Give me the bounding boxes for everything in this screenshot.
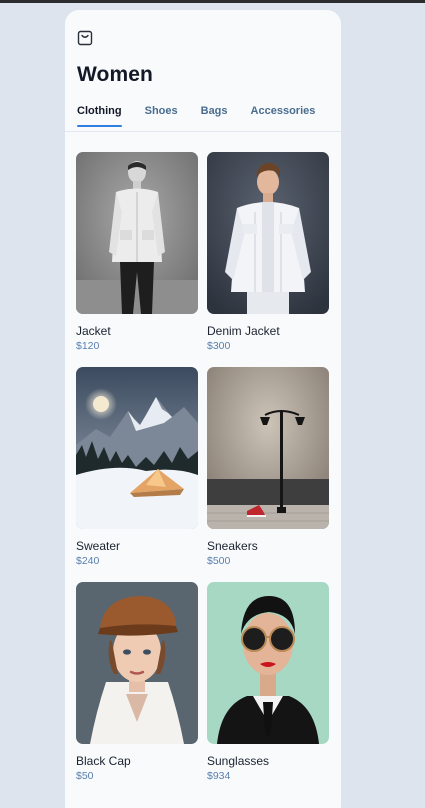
product-image[interactable] xyxy=(207,152,329,314)
product-price: $500 xyxy=(207,555,231,567)
product-name: Sunglasses xyxy=(207,754,270,768)
product-grid: Jacket $120 Denim Jacket $300 Sweater $2… xyxy=(65,132,341,783)
product-card[interactable]: Sweater $240 xyxy=(76,367,198,568)
product-image[interactable] xyxy=(76,582,198,744)
product-price: $50 xyxy=(76,770,94,782)
product-name: Sweater xyxy=(76,539,121,553)
product-card[interactable]: Jacket $120 xyxy=(76,152,198,353)
window-top-bar xyxy=(0,0,425,3)
product-card[interactable]: Sunglasses $934 xyxy=(207,582,329,783)
product-card[interactable]: Black Cap $50 xyxy=(76,582,198,783)
product-price: $120 xyxy=(76,340,100,352)
product-name: Black Cap xyxy=(76,754,131,768)
product-name: Sneakers xyxy=(207,539,258,553)
product-image[interactable] xyxy=(76,152,198,314)
header: Women Clothing Shoes Bags Accessories xyxy=(65,10,341,131)
product-image[interactable] xyxy=(207,367,329,529)
product-card[interactable]: Denim Jacket $300 xyxy=(207,152,329,353)
product-image[interactable] xyxy=(76,367,198,529)
shopping-bag-icon[interactable] xyxy=(77,30,93,46)
product-price: $240 xyxy=(76,555,100,567)
product-card[interactable]: Sneakers $500 xyxy=(207,367,329,568)
product-price: $300 xyxy=(207,340,231,352)
tab-clothing[interactable]: Clothing xyxy=(77,105,122,131)
category-tabs: Clothing Shoes Bags Accessories xyxy=(77,105,329,131)
shop-app: Women Clothing Shoes Bags Accessories Ja… xyxy=(65,10,341,808)
product-name: Denim Jacket xyxy=(207,324,280,338)
tab-shoes[interactable]: Shoes xyxy=(145,105,178,131)
tab-accessories[interactable]: Accessories xyxy=(251,105,316,131)
page-title: Women xyxy=(77,63,153,86)
product-price: $934 xyxy=(207,770,231,782)
product-name: Jacket xyxy=(76,324,111,338)
product-image[interactable] xyxy=(207,582,329,744)
tab-bags[interactable]: Bags xyxy=(201,105,228,131)
